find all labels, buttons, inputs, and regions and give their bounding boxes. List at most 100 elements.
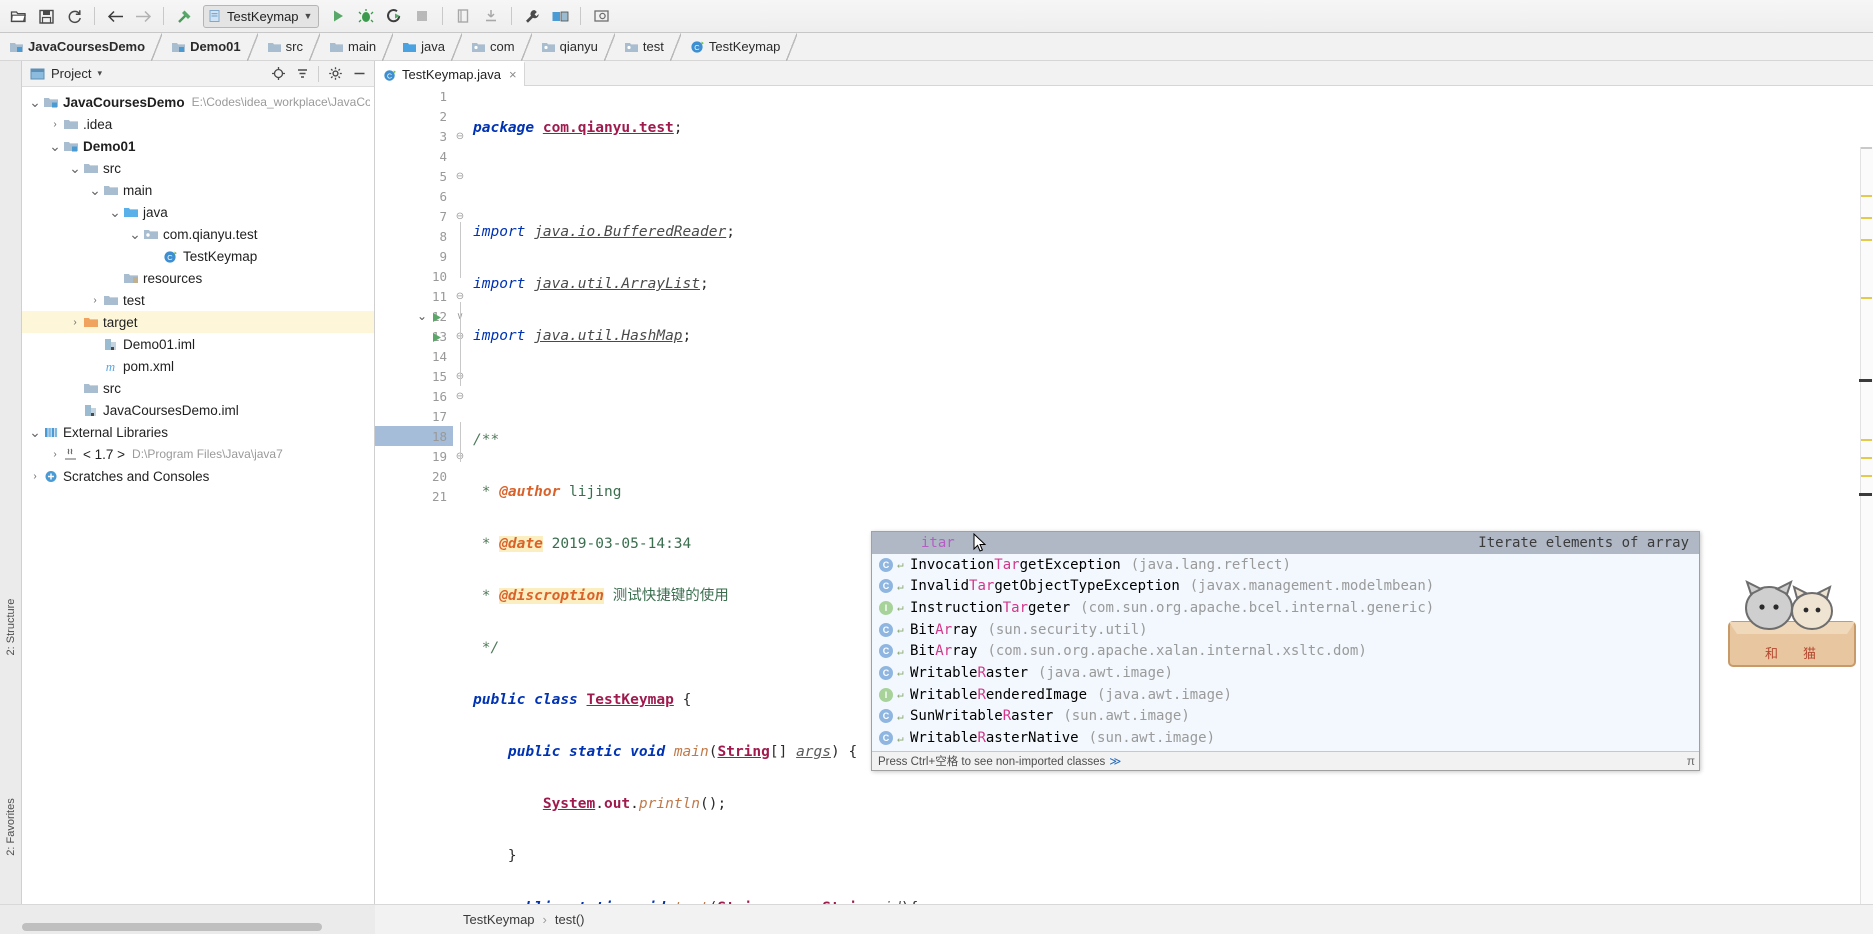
breadcrumb-item-main[interactable]: main bbox=[324, 32, 397, 61]
navigate-forward-icon[interactable] bbox=[130, 3, 156, 29]
tree-row[interactable]: ⌄ Demo01 bbox=[22, 135, 374, 157]
project-horizontal-scrollbar[interactable] bbox=[22, 923, 352, 931]
gutter-line-number[interactable]: 15 bbox=[375, 366, 453, 386]
tree-row[interactable]: ⌄ main bbox=[22, 179, 374, 201]
save-all-icon[interactable] bbox=[33, 3, 59, 29]
chevron-right-icon[interactable]: › bbox=[48, 119, 62, 130]
fold-toggle-icon[interactable]: ⊖ bbox=[453, 166, 467, 186]
debug-button[interactable] bbox=[353, 3, 379, 29]
completion-item[interactable]: I ↵ WritableRenderedImage (java.awt.image) bbox=[872, 684, 1699, 706]
chevron-right-icon[interactable]: › bbox=[88, 295, 102, 306]
completion-item[interactable]: itar Iterate elements of array bbox=[872, 532, 1699, 554]
gutter-line-number[interactable]: 20 bbox=[375, 466, 453, 486]
settings-gear-icon[interactable] bbox=[324, 63, 346, 85]
breadcrumb-item-test[interactable]: test bbox=[619, 32, 685, 61]
tree-row[interactable]: C TestKeymap bbox=[22, 245, 374, 267]
chevron-down-icon[interactable]: ⌄ bbox=[48, 139, 62, 153]
gutter-line-number[interactable]: 14 bbox=[375, 346, 453, 366]
gutter-line-number[interactable]: 11 bbox=[375, 286, 453, 306]
gutter-line-number[interactable]: 18 bbox=[375, 426, 453, 446]
tree-row[interactable]: › test bbox=[22, 289, 374, 311]
fold-toggle-icon[interactable]: ⊖ bbox=[453, 126, 467, 146]
tree-row[interactable]: JavaCoursesDemo.iml bbox=[22, 399, 374, 421]
pi-icon[interactable]: π bbox=[1687, 754, 1695, 768]
gutter-line-number[interactable]: 3 bbox=[375, 126, 453, 146]
tree-row[interactable]: ⌄ JavaCoursesDemo E:\Codes\idea_workplace\… bbox=[22, 91, 374, 113]
run-button[interactable] bbox=[325, 3, 351, 29]
gutter-line-number[interactable]: 4 bbox=[375, 146, 453, 166]
completion-item[interactable]: C ↵ BitArray (com.sun.org.apache.xalan.inte… bbox=[872, 640, 1699, 662]
editor-tab-testkeymap[interactable]: C TestKeymap.java × bbox=[375, 61, 525, 86]
navigate-back-icon[interactable] bbox=[102, 3, 128, 29]
analysis-marker-bar[interactable] bbox=[1859, 147, 1873, 907]
status-class-name[interactable]: TestKeymap bbox=[463, 912, 535, 927]
completion-item[interactable]: C ↵ BitArray (sun.security.util) bbox=[872, 619, 1699, 641]
chevron-down-icon[interactable]: ⌄ bbox=[68, 161, 82, 175]
completion-item[interactable]: C ↵ WritableRaster (java.awt.image) bbox=[872, 662, 1699, 684]
tree-row[interactable]: Demo01.iml bbox=[22, 333, 374, 355]
tree-row[interactable]: m pom.xml bbox=[22, 355, 374, 377]
chevron-down-icon[interactable]: ⌄ bbox=[88, 183, 102, 197]
gutter-line-number[interactable]: 6 bbox=[375, 186, 453, 206]
breadcrumb-item-demo01[interactable]: Demo01 bbox=[166, 32, 262, 61]
breadcrumb-item-com[interactable]: com bbox=[466, 32, 536, 61]
code-text[interactable]: package com.qianyu.test; import java.io.… bbox=[467, 86, 1873, 934]
run-gutter-icon[interactable] bbox=[431, 311, 442, 326]
code-completion-popup[interactable]: itar Iterate elements of array C ↵ Invocatio… bbox=[871, 531, 1700, 771]
gutter-line-number[interactable]: 17 bbox=[375, 406, 453, 426]
chevron-down-icon[interactable]: ⌄ bbox=[108, 205, 122, 219]
tree-row[interactable]: src bbox=[22, 377, 374, 399]
chevron-right-icon[interactable]: › bbox=[68, 317, 82, 328]
chevron-down-icon[interactable]: ▾ bbox=[97, 68, 102, 79]
chevron-down-icon[interactable]: ⌄ bbox=[28, 425, 42, 439]
gutter-line-number[interactable]: 1 bbox=[375, 86, 453, 106]
structure-tool-label[interactable]: 2: Structure bbox=[5, 594, 17, 660]
sync-refresh-icon[interactable] bbox=[61, 3, 87, 29]
run-gutter-icon[interactable] bbox=[431, 331, 442, 346]
gutter-line-number[interactable]: 21 bbox=[375, 486, 453, 506]
breadcrumb-item-testkeymap[interactable]: C TestKeymap bbox=[685, 32, 802, 61]
completion-item[interactable]: I ↵ InstructionTargeter (com.sun.org.apache… bbox=[872, 597, 1699, 619]
chevron-right-icon[interactable]: › bbox=[28, 471, 42, 482]
tree-row[interactable]: › < 1.7 > D:\Program Files\Java\java7 bbox=[22, 443, 374, 465]
stop-button[interactable] bbox=[409, 3, 435, 29]
completion-hint-link[interactable]: ≫ bbox=[1109, 754, 1121, 768]
download-icon[interactable] bbox=[478, 3, 504, 29]
gutter-line-number[interactable]: 16 bbox=[375, 386, 453, 406]
book-icon[interactable] bbox=[450, 3, 476, 29]
status-method-name[interactable]: test() bbox=[555, 912, 585, 927]
chevron-right-icon[interactable]: › bbox=[48, 449, 62, 460]
gutter-line-number[interactable]: 8 bbox=[375, 226, 453, 246]
locate-icon[interactable] bbox=[267, 63, 289, 85]
fold-column[interactable]: ⊖⊖⊖⊖∨⊖⊖⊖⊖ bbox=[453, 86, 467, 934]
breadcrumb-item-java[interactable]: java bbox=[397, 32, 466, 61]
breadcrumb-item-src[interactable]: src bbox=[262, 32, 324, 61]
close-icon[interactable]: × bbox=[509, 67, 517, 82]
gutter-line-number[interactable]: 9 bbox=[375, 246, 453, 266]
tree-row[interactable]: resources bbox=[22, 267, 374, 289]
chevron-down-icon[interactable]: ⌄ bbox=[128, 227, 142, 241]
tree-row[interactable]: ⌄ External Libraries bbox=[22, 421, 374, 443]
chevron-down-icon[interactable]: ⌄ bbox=[417, 309, 427, 323]
editor-gutter[interactable]: 1 2 3 4 5 6 7 8 9 10 11 12 13 14 15 16 17 18 19 20 21 ⌄ bbox=[375, 86, 453, 934]
completion-item[interactable]: C ↵ SunWritableRaster (sun.awt.image) bbox=[872, 706, 1699, 728]
gutter-line-number[interactable]: 7 bbox=[375, 206, 453, 226]
fold-toggle-icon[interactable]: ⊖ bbox=[453, 386, 467, 406]
wrench-icon[interactable] bbox=[519, 3, 545, 29]
run-with-coverage-button[interactable] bbox=[381, 3, 407, 29]
project-structure-icon[interactable] bbox=[547, 3, 573, 29]
gutter-line-number[interactable]: 19 bbox=[375, 446, 453, 466]
gutter-line-number[interactable]: 10 bbox=[375, 266, 453, 286]
tree-row[interactable]: ⌄ java bbox=[22, 201, 374, 223]
breadcrumb-item-javacoursesdemo[interactable]: JavaCoursesDemo bbox=[4, 32, 166, 61]
tree-row[interactable]: ⌄ com.qianyu.test bbox=[22, 223, 374, 245]
tree-row[interactable]: › .idea bbox=[22, 113, 374, 135]
code-editor[interactable]: 123456789101112131415161718192021⌄ ⊖⊖⊖⊖∨… bbox=[375, 86, 1873, 934]
gutter-line-number[interactable]: 2 bbox=[375, 106, 453, 126]
completion-item[interactable]: C ↵ InvocationTargetException (java.lang.re… bbox=[872, 554, 1699, 576]
open-folder-icon[interactable] bbox=[5, 3, 31, 29]
search-everywhere-icon[interactable] bbox=[588, 3, 614, 29]
completion-item[interactable]: C ↵ InvalidTargetObjectTypeException (javax… bbox=[872, 575, 1699, 597]
breadcrumb-item-qianyu[interactable]: qianyu bbox=[536, 32, 619, 61]
tree-row[interactable]: ⌄ src bbox=[22, 157, 374, 179]
